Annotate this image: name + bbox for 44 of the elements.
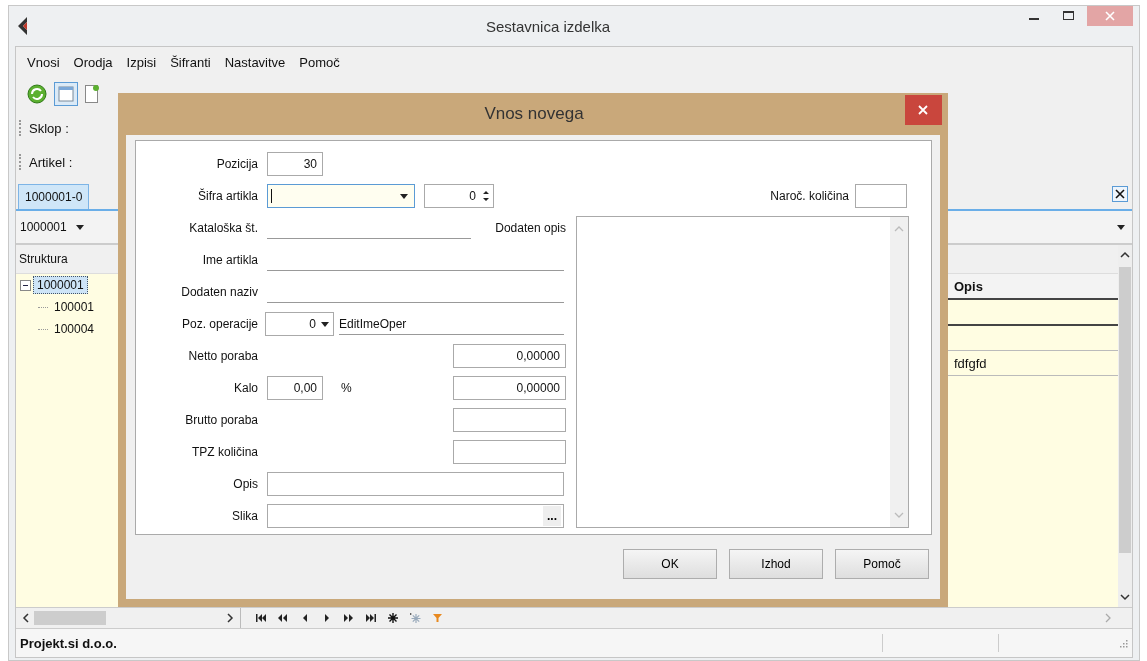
filter-label: Artikel : xyxy=(29,154,73,170)
field-label: Opis xyxy=(232,477,258,491)
field-label: Poz. operacije xyxy=(180,317,258,331)
file-field[interactable]: ... xyxy=(267,504,564,528)
tree-item[interactable]: 100004 xyxy=(50,320,99,338)
dialog-button[interactable]: Izhod xyxy=(729,549,823,579)
field-label: Kataloška št. xyxy=(188,221,258,235)
filter-label: Sklop : xyxy=(29,120,69,136)
dialog-button[interactable]: Pomoč xyxy=(835,549,929,579)
menu-item[interactable]: Pomoč xyxy=(292,54,347,70)
field-label: Dodaten opis xyxy=(495,221,566,235)
number-field[interactable]: 30 xyxy=(267,152,323,176)
menu-item[interactable]: Šifranti xyxy=(163,54,218,70)
dialog-title: Vnos novega xyxy=(483,104,585,124)
menu-item[interactable]: Orodja xyxy=(66,54,120,70)
field-label: Slika xyxy=(231,509,258,523)
field-label: Pozicija xyxy=(215,157,258,171)
unit-label: % xyxy=(341,381,352,395)
tree-item[interactable]: 1000001 xyxy=(33,276,88,294)
item-dropdown[interactable]: 1000001 xyxy=(20,220,85,234)
column-header[interactable]: Opis xyxy=(954,278,983,294)
tree-item[interactable]: 100001 xyxy=(50,298,99,316)
spin-field[interactable]: 0 xyxy=(424,184,494,208)
amount-field[interactable]: 0,00000 xyxy=(453,344,566,368)
field-label: Šifra artikla xyxy=(196,189,258,203)
menu-item[interactable]: Izpisi xyxy=(119,54,164,70)
field-label: TPZ količina xyxy=(190,445,258,459)
status-text: Projekt.si d.o.o. xyxy=(19,635,117,651)
field-label: Netto poraba xyxy=(187,349,258,363)
field-label: Kalo xyxy=(232,381,258,395)
dialog-button[interactable]: OK xyxy=(623,549,717,579)
operation-combo-box[interactable]: 0 xyxy=(265,312,334,336)
amount-field[interactable]: 0,00000 xyxy=(453,376,566,400)
table-cell: fdfgfd xyxy=(954,355,987,371)
menu-item[interactable]: Nastavitve xyxy=(217,54,293,70)
percent-field[interactable]: 0,00 xyxy=(267,376,323,400)
window-title: Sestavnica izdelka xyxy=(484,17,612,35)
field-label: Brutto poraba xyxy=(184,413,258,427)
tab[interactable]: 1000001-0 xyxy=(18,184,90,209)
field-label: Dodaten naziv xyxy=(180,285,258,299)
field-label: Naroč. količina xyxy=(770,189,849,203)
menu-item[interactable]: Vnosi xyxy=(20,54,67,70)
input-line[interactable]: EditImeOper xyxy=(339,313,564,335)
browse-button[interactable]: ... xyxy=(543,506,561,526)
